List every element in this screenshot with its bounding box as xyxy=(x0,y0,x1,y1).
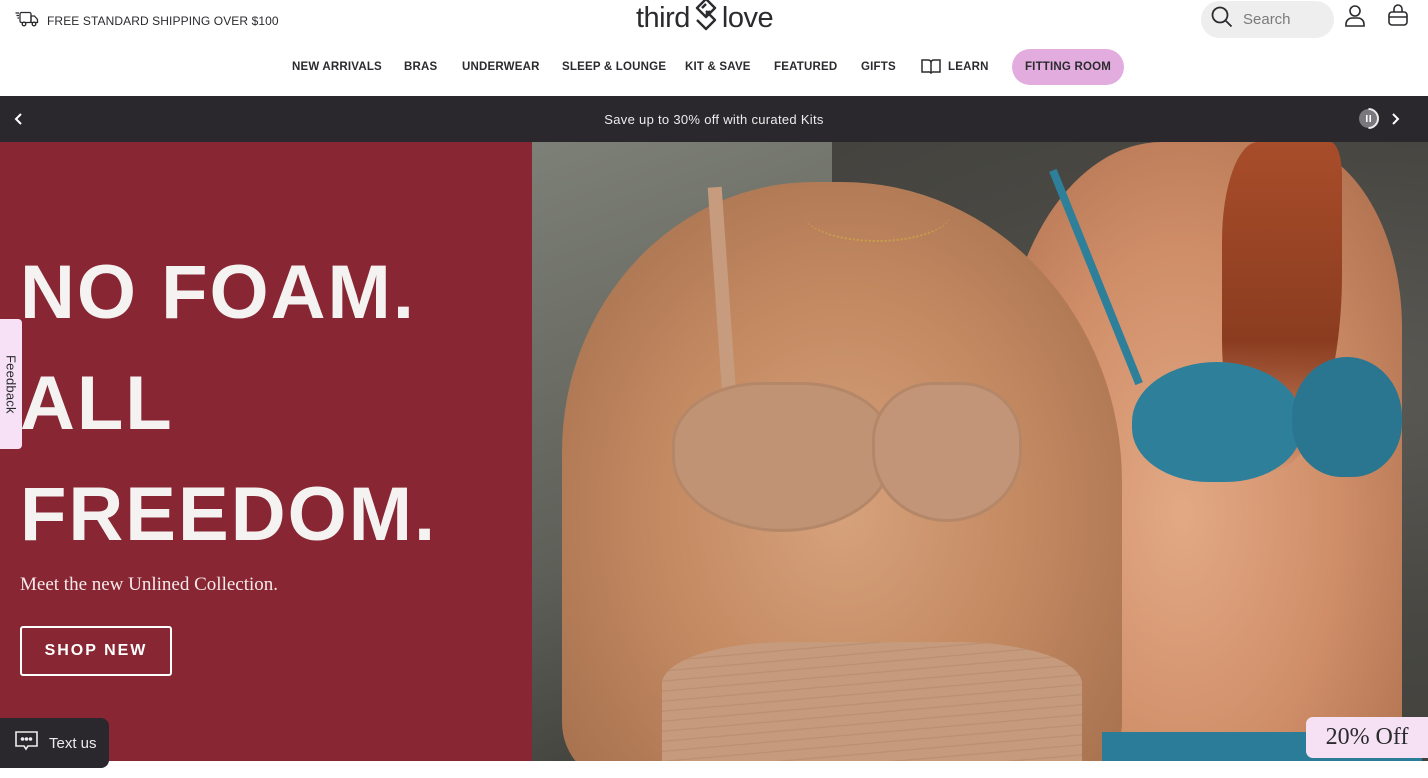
logo-text-third: third xyxy=(636,1,690,34)
promo-carousel: Save up to 30% off with curated Kits xyxy=(0,96,1428,142)
promo-message[interactable]: Save up to 30% off with curated Kits xyxy=(0,96,1428,142)
nav-gifts[interactable]: GIFTS xyxy=(861,48,896,86)
hero-image[interactable] xyxy=(532,142,1428,761)
discount-tab[interactable]: 20% Off xyxy=(1306,717,1428,758)
nav-underwear[interactable]: UNDERWEAR xyxy=(462,48,540,86)
nav-bras[interactable]: BRAS xyxy=(404,48,437,86)
nav-label: NEW ARRIVALS xyxy=(292,61,382,73)
nav-label: FEATURED xyxy=(774,61,838,73)
nav-label: BRAS xyxy=(404,61,438,73)
photo-bra-nude xyxy=(672,382,892,532)
nav-label: LEARN xyxy=(948,61,989,73)
photo-bra-nude xyxy=(872,382,1022,522)
nav-label: GIFTS xyxy=(861,61,896,73)
account-button[interactable] xyxy=(1342,4,1368,33)
search-icon xyxy=(1211,6,1233,33)
cart-button[interactable] xyxy=(1385,3,1411,33)
hero-text-panel: NO FOAM. ALL FREEDOM. Meet the new Unlin… xyxy=(0,142,532,761)
shop-new-button[interactable]: SHOP NEW xyxy=(20,626,172,676)
nav-label: KIT & SAVE xyxy=(685,61,751,73)
bag-icon xyxy=(1387,3,1409,33)
promo-pause-button[interactable] xyxy=(1358,108,1380,129)
photo-bra-blue xyxy=(1132,362,1302,482)
promo-next-button[interactable] xyxy=(1386,110,1404,128)
nav-sleep-lounge[interactable]: SLEEP & LOUNGE xyxy=(562,48,666,86)
nav-kit-save[interactable]: KIT & SAVE xyxy=(685,48,751,86)
book-icon xyxy=(921,58,941,77)
logo-text-love: love xyxy=(721,1,774,34)
photo-bra-blue xyxy=(1292,357,1402,477)
photo-necklace xyxy=(802,182,952,242)
text-us-label: Text us xyxy=(49,734,97,752)
text-us-button[interactable]: Text us xyxy=(0,718,109,768)
truck-icon xyxy=(15,11,39,30)
hero-headline: NO FOAM. ALL FREEDOM. xyxy=(20,237,437,570)
main-nav: NEW ARRIVALS BRAS UNDERWEAR SLEEP & LOUN… xyxy=(0,48,1428,86)
diamond-heart-icon xyxy=(694,0,718,39)
photo-brief-nude xyxy=(662,642,1082,761)
shipping-text: FREE STANDARD SHIPPING OVER $100 xyxy=(47,13,279,28)
chat-bubble-icon xyxy=(14,730,39,756)
nav-label: UNDERWEAR xyxy=(462,61,540,73)
pause-icon xyxy=(1358,108,1380,133)
headline-line: NO FOAM. xyxy=(20,250,416,335)
nav-new-arrivals[interactable]: NEW ARRIVALS xyxy=(292,48,382,86)
nav-featured[interactable]: FEATURED xyxy=(774,48,837,86)
site-header: FREE STANDARD SHIPPING OVER $100 third l… xyxy=(0,0,1428,96)
nav-learn[interactable]: LEARN xyxy=(921,48,989,86)
feedback-label: Feedback xyxy=(3,354,19,414)
chevron-right-icon xyxy=(1386,113,1404,132)
site-logo[interactable]: third love xyxy=(636,0,774,39)
nav-label: SLEEP & LOUNGE xyxy=(562,61,667,73)
search-box[interactable] xyxy=(1201,1,1334,38)
search-input[interactable] xyxy=(1243,11,1323,28)
feedback-tab[interactable]: Feedback xyxy=(0,319,22,449)
hero-subhead: Meet the new Unlined Collection. xyxy=(20,574,279,595)
user-icon xyxy=(1344,4,1366,33)
headline-line: ALL xyxy=(20,361,174,446)
headline-line: FREEDOM. xyxy=(20,472,438,557)
fitting-room-button[interactable]: FITTING ROOM xyxy=(1012,49,1124,85)
shipping-banner: FREE STANDARD SHIPPING OVER $100 xyxy=(15,11,279,30)
